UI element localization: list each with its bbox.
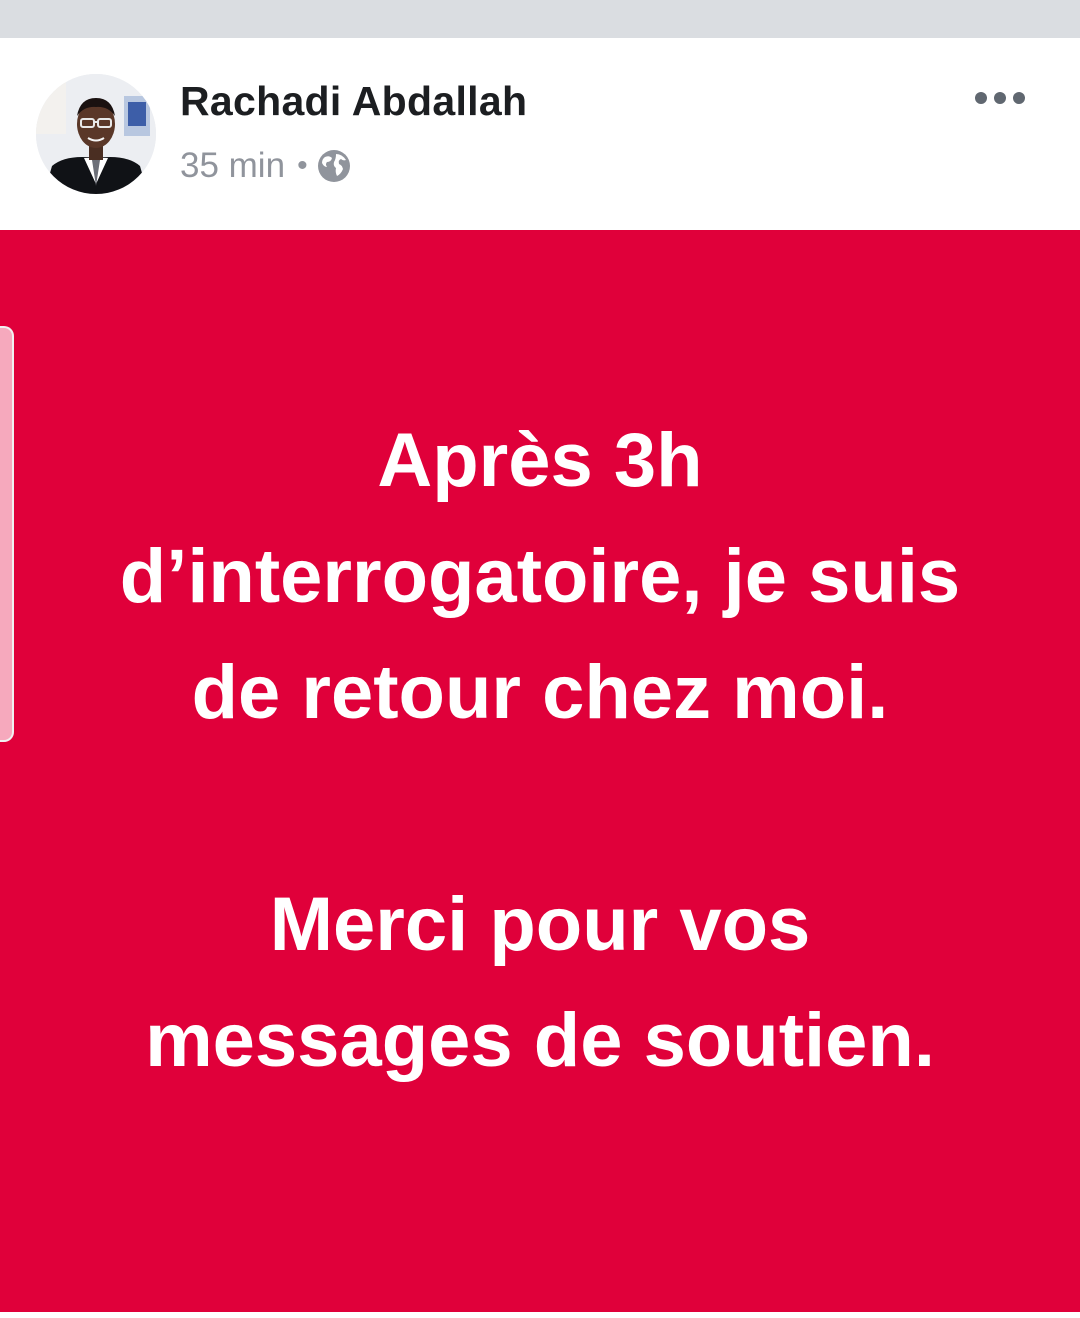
post-header: Rachadi Abdallah 35 min • bbox=[0, 38, 1080, 230]
status-paragraph: Merci pour vos messages de soutien. bbox=[145, 882, 935, 1083]
post-meta: 35 min • bbox=[180, 146, 352, 186]
feed-top-gap bbox=[0, 0, 1080, 38]
side-scroll-tab[interactable] bbox=[0, 326, 14, 742]
post-card: Rachadi Abdallah 35 min • Après 3h d’int… bbox=[0, 38, 1080, 1312]
status-paragraph: Après 3h d’interrogatoire, je suis de re… bbox=[119, 418, 961, 735]
author-avatar[interactable] bbox=[36, 74, 156, 194]
globe-icon[interactable] bbox=[316, 148, 352, 184]
author-name[interactable]: Rachadi Abdallah bbox=[180, 78, 527, 125]
avatar-photo bbox=[36, 74, 156, 194]
feed-bottom-gap bbox=[0, 1312, 1080, 1318]
more-options-icon[interactable] bbox=[968, 80, 1032, 116]
status-post-background[interactable]: Après 3h d’interrogatoire, je suis de re… bbox=[0, 230, 1080, 1312]
status-text: Après 3h d’interrogatoire, je suis de re… bbox=[90, 403, 990, 1099]
meta-separator: • bbox=[297, 149, 308, 182]
post-timestamp[interactable]: 35 min bbox=[180, 146, 285, 186]
